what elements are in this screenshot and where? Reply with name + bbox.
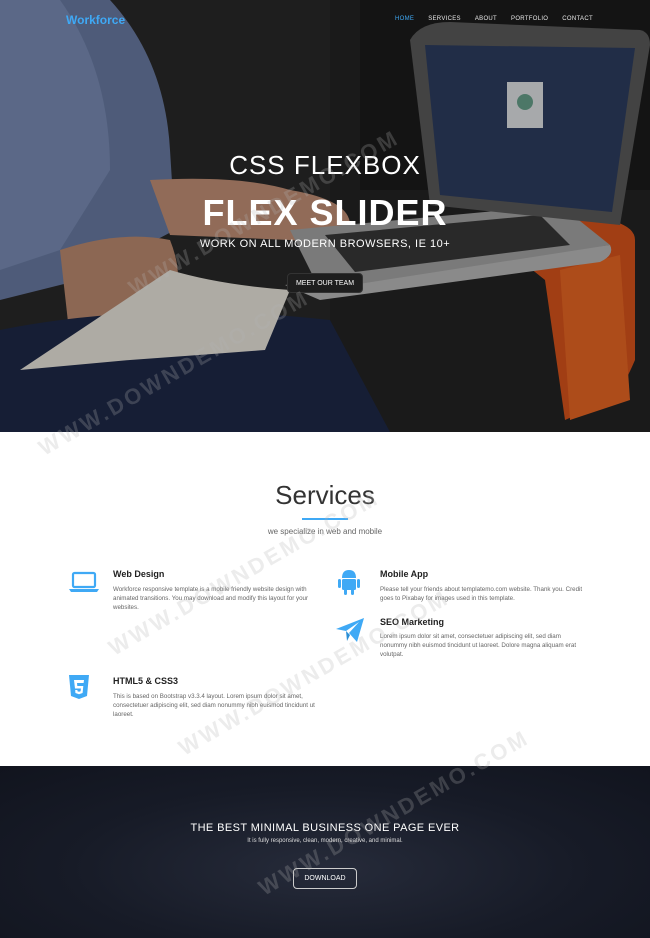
html5-icon (69, 675, 89, 699)
service-title: Mobile App (380, 569, 429, 579)
service-mobile-app: Mobile App Please tell your friends abou… (335, 567, 585, 617)
nav-menu: HOME SERVICES ABOUT PORTFOLIO CONTACT (395, 16, 607, 22)
service-text: Workforce responsive template is a mobil… (113, 586, 309, 611)
services-section: Services we specialize in web and mobile… (0, 432, 650, 766)
download-button[interactable]: DOWNLOAD (293, 868, 357, 889)
nav-contact[interactable]: CONTACT (562, 16, 593, 22)
nav-portfolio[interactable]: PORTFOLIO (511, 16, 548, 22)
service-web-design: Web Design Workforce responsive template… (68, 567, 318, 627)
banner-title: THE BEST MINIMAL BUSINESS ONE PAGE EVER (190, 822, 460, 834)
brand-logo[interactable]: Workforce (66, 13, 125, 27)
download-banner: THE BEST MINIMAL BUSINESS ONE PAGE EVER … (0, 766, 650, 938)
top-navbar: Workforce HOME SERVICES ABOUT PORTFOLIO … (0, 0, 650, 40)
nav-about[interactable]: ABOUT (475, 16, 497, 22)
service-title: SEO Marketing (380, 617, 445, 627)
nav-services[interactable]: SERVICES (428, 16, 461, 22)
nav-home[interactable]: HOME (395, 16, 414, 22)
service-text: Lorem ipsum dolor sit amet, consectetuer… (380, 633, 577, 658)
hero-title: FLEX SLIDER (202, 192, 448, 233)
meet-our-team-button[interactable]: MEET OUR TEAM (287, 273, 363, 293)
services-subtitle: we specialize in web and mobile (267, 527, 383, 536)
services-heading: Services (275, 480, 375, 510)
service-title: Web Design (113, 569, 165, 579)
hero-tagline: WORK ON ALL MODERN BROWSERS, IE 10+ (199, 238, 451, 250)
android-icon (338, 570, 360, 595)
service-title: HTML5 & CSS3 (113, 676, 179, 686)
services-divider (302, 518, 348, 520)
paper-plane-icon (336, 618, 364, 642)
service-seo-marketing: SEO Marketing Lorem ipsum dolor sit amet… (335, 617, 585, 667)
service-text: Please tell your friends about templatem… (380, 586, 583, 602)
laptop-icon (69, 571, 99, 592)
hero-section: Workforce HOME SERVICES ABOUT PORTFOLIO … (0, 0, 650, 432)
service-html5-css3: HTML5 & CSS3 This is based on Bootstrap … (68, 674, 318, 724)
hero-subtitle: CSS FLEXBOX (229, 150, 421, 180)
banner-subtitle: It is fully responsive, clean, modern, c… (247, 838, 403, 844)
service-text: This is based on Bootstrap v3.3.4 layout… (113, 693, 315, 718)
